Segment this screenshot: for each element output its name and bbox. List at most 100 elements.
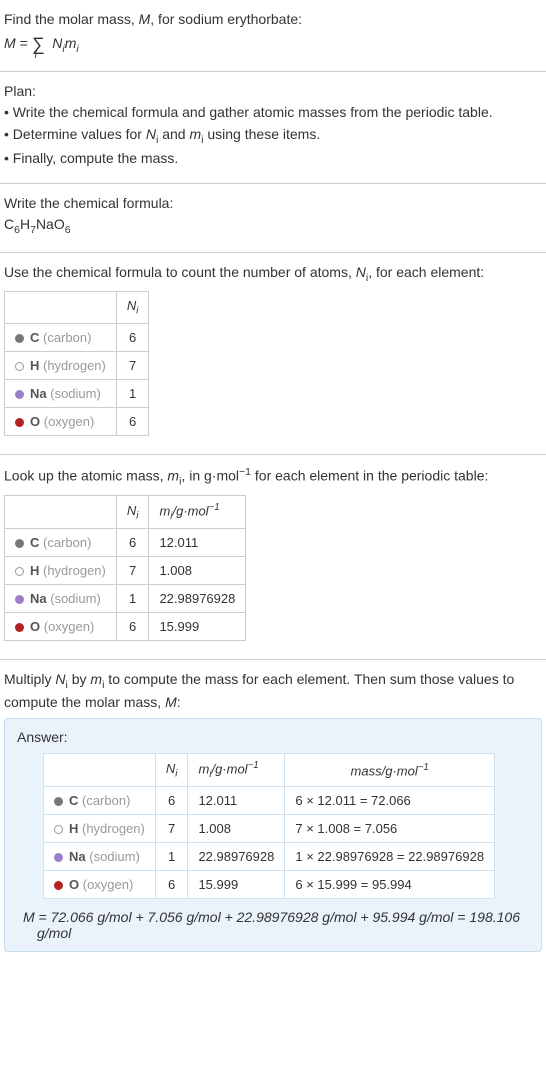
m-value: 1.008 [149,557,246,585]
n-value: 1 [116,585,149,613]
count-atoms-section: Use the chemical formula to count the nu… [0,253,546,455]
col-N: Ni [116,496,149,529]
col-m: mi/g·mol−1 [188,754,285,787]
plan-bullet-1: • Write the chemical formula and gather … [4,103,542,123]
col-empty [44,754,156,787]
calc-value: 6 × 15.999 = 95.994 [285,871,495,899]
n-value: 1 [116,380,149,408]
elem-cell: Na (sodium) [5,380,117,408]
table-row: O (oxygen)615.999 [5,613,246,641]
dot-icon [15,623,24,632]
elem-cell: O (oxygen) [5,613,117,641]
n-value: 1 [155,843,188,871]
sup-neg1: −1 [239,466,251,478]
col-m: mi/g·mol−1 [149,496,246,529]
elem-cell: C (carbon) [5,529,117,557]
table-row: H (hydrogen)7 [5,352,149,380]
lookup-mass-section: Look up the atomic mass, mi, in g·mol−1 … [0,455,546,660]
var-N: N [55,671,65,687]
var-M: M [139,11,151,27]
elem-H: H [20,216,30,232]
elem-cell: H (hydrogen) [44,815,156,843]
final-equation: M = 72.066 g/mol + 7.056 g/mol + 22.9897… [17,909,529,941]
m-value: 12.011 [188,787,285,815]
var-m: m [90,671,102,687]
table-row: O (oxygen)615.9996 × 15.999 = 95.994 [44,871,495,899]
answer-table: Ni mi/g·mol−1 mass/g·mol−1 C (carbon)612… [43,753,495,899]
sigma: ∑ [32,34,45,54]
text: Find the molar mass, [4,11,139,27]
elem-cell: Na (sodium) [5,585,117,613]
n-value: 6 [116,408,149,436]
n-value: 6 [116,324,149,352]
text: • Determine values for [4,126,146,142]
m-value: 15.999 [149,613,246,641]
m-value: 15.999 [188,871,285,899]
table-row: H (hydrogen)71.008 [5,557,246,585]
text: : [177,694,181,710]
plan-bullet-3: • Finally, compute the mass. [4,149,542,169]
elem-cell: C (carbon) [5,324,117,352]
dot-icon [15,595,24,604]
sub-6: 6 [65,224,71,236]
elem-O: O [54,216,65,232]
final-sum: = 72.066 g/mol + 7.056 g/mol + 22.989769… [35,909,520,941]
elem-cell: H (hydrogen) [5,352,117,380]
text: Look up the atomic mass, [4,468,167,484]
elem-cell: C (carbon) [44,787,156,815]
plan-title: Plan: [4,82,542,102]
answer-label: Answer: [17,729,529,745]
eq-m: m [65,35,77,51]
dot-icon [54,825,63,834]
sigma-index: i [35,50,37,61]
text: Use the chemical formula to count the nu… [4,264,356,280]
n-value: 7 [116,352,149,380]
table-row: Na (sodium)122.98976928 [5,585,246,613]
table-row: Na (sodium)122.989769281 × 22.98976928 =… [44,843,495,871]
calc-value: 7 × 1.008 = 7.056 [285,815,495,843]
chem-formula-title: Write the chemical formula: [4,194,542,214]
var-M: M [23,909,35,925]
text: by [68,671,91,687]
intro-section: Find the molar mass, M, for sodium eryth… [0,0,546,72]
var-m: m [189,126,201,142]
table-row: C (carbon)612.0116 × 12.011 = 72.066 [44,787,495,815]
answer-box: Answer: Ni mi/g·mol−1 mass/g·mol−1 C (ca… [4,718,542,952]
eq-N: N [48,35,62,51]
table-row: C (carbon)6 [5,324,149,352]
dot-icon [54,797,63,806]
text: , for each element: [368,264,484,280]
dot-icon [54,881,63,890]
intro-line1: Find the molar mass, M, for sodium eryth… [4,10,542,30]
dot-icon [15,334,24,343]
text: , for sodium erythorbate: [150,11,302,27]
var-N: N [146,126,156,142]
m-value: 22.98976928 [149,585,246,613]
table-row: O (oxygen)6 [5,408,149,436]
elem-cell: O (oxygen) [5,408,117,436]
n-value: 6 [116,529,149,557]
table-header-row: Ni mi/g·mol−1 [5,496,246,529]
col-mass: mass/g·mol−1 [285,754,495,787]
table-header-row: Ni [5,292,149,324]
plan-bullet-2: • Determine values for Ni and mi using t… [4,125,542,147]
col-N: Ni [155,754,188,787]
n-value: 6 [155,871,188,899]
dot-icon [15,362,24,371]
elem-cell: O (oxygen) [44,871,156,899]
table-row: Na (sodium)1 [5,380,149,408]
dot-icon [54,853,63,862]
var-m: m [167,468,179,484]
var-N: N [356,264,366,280]
count-table: Ni C (carbon)6 H (hydrogen)7 Na (sodium)… [4,291,149,436]
text: using these items. [203,126,320,142]
n-value: 6 [155,787,188,815]
eq-mi: i [76,43,78,55]
molar-mass-equation: M = ∑i Nimi [4,34,542,55]
calc-value: 6 × 12.011 = 72.066 [285,787,495,815]
dot-icon [15,418,24,427]
n-value: 6 [116,613,149,641]
count-title: Use the chemical formula to count the nu… [4,263,542,285]
dot-icon [15,390,24,399]
chemical-formula-section: Write the chemical formula: C6H7NaO6 [0,184,546,253]
